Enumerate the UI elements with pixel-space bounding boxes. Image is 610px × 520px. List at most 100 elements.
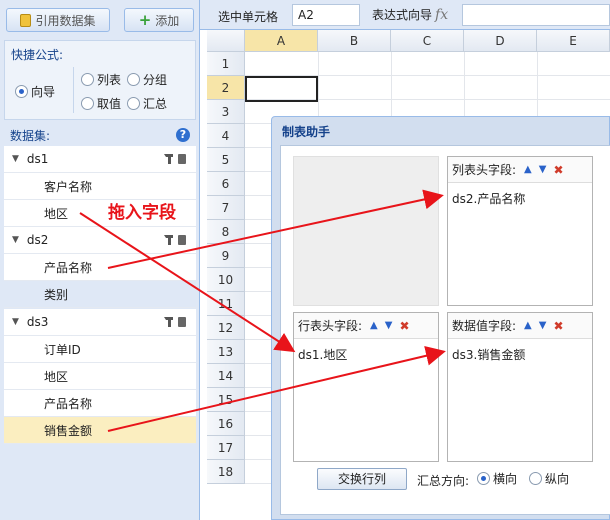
divider	[73, 67, 74, 113]
row-header[interactable]: 15	[207, 388, 245, 412]
radio-horizontal-dot[interactable]	[477, 472, 490, 485]
radio-list-label: 列表	[97, 73, 122, 87]
expand-triangle-icon[interactable]: ▼	[12, 154, 19, 164]
dialog-title: 制表助手	[282, 125, 331, 139]
tree-field[interactable]: 订单ID	[4, 336, 196, 363]
cite-dataset-button[interactable]: 引用数据集	[6, 8, 110, 32]
arrow-down-icon[interactable]: ▼	[539, 320, 547, 331]
drag-field-annotation: 拖入字段	[108, 203, 176, 223]
arrow-down-icon[interactable]: ▼	[539, 164, 547, 175]
radio-vertical-dot[interactable]	[529, 472, 542, 485]
arrow-down-icon[interactable]: ▼	[385, 320, 393, 331]
summary-direction-label: 汇总方向:	[417, 474, 470, 488]
zone-label: 行表头字段:	[298, 319, 363, 333]
tree-field[interactable]: 客户名称	[4, 173, 196, 200]
row-header-zone[interactable]: 行表头字段: ▲ ▼ ✖ ds1.地区	[293, 312, 439, 462]
fx-icon[interactable]: fx	[435, 7, 448, 23]
row-header[interactable]: 5	[207, 148, 245, 172]
radio-group-dot[interactable]	[127, 73, 140, 86]
add-label: 添加	[155, 13, 180, 28]
help-icon[interactable]: ?	[176, 128, 190, 142]
field-name: 地区	[44, 206, 69, 221]
expression-input[interactable]	[462, 4, 610, 26]
arrow-up-icon[interactable]: ▲	[370, 320, 378, 331]
field-name: 销售金额	[44, 423, 93, 438]
tree-group-ds2[interactable]: ▼ ds2	[4, 227, 196, 254]
wrench-icon[interactable]	[164, 235, 173, 245]
radio-group-label: 分组	[143, 73, 168, 87]
row-header[interactable]: 2	[207, 76, 245, 100]
radio-list-dot[interactable]	[81, 73, 94, 86]
radio-vertical[interactable]: 纵向	[529, 470, 569, 487]
arrow-up-icon[interactable]: ▲	[524, 164, 532, 175]
expr-wizard-button[interactable]: 表达式向导 fx	[372, 6, 448, 23]
left-panel: 引用数据集 + 添加 快捷公式: 向导 列表 分组 取值 汇总 数据集: ? ▼…	[0, 0, 200, 520]
zone-item[interactable]: ds2.产品名称	[448, 183, 592, 207]
zone-label: 数据值字段:	[452, 319, 517, 333]
trash-icon[interactable]	[178, 317, 186, 327]
dialog-body: 列表头字段: ▲ ▼ ✖ ds2.产品名称 行表头字段: ▲ ▼ ✖ ds1.地…	[280, 145, 610, 515]
formula-bar: 选中单元格 A2 表达式向导 fx	[200, 0, 610, 30]
expand-triangle-icon[interactable]: ▼	[12, 317, 19, 327]
row-header[interactable]: 4	[207, 124, 245, 148]
row-header[interactable]: 12	[207, 316, 245, 340]
trash-icon[interactable]	[178, 235, 186, 245]
radio-wizard-dot[interactable]	[15, 85, 28, 98]
selected-cell-input[interactable]: A2	[292, 4, 360, 26]
row-header[interactable]: 16	[207, 412, 245, 436]
column-header-b[interactable]: B	[318, 30, 391, 52]
tree-field-highlighted[interactable]: 销售金额	[4, 417, 196, 444]
column-header-d[interactable]: D	[464, 30, 537, 52]
tree-field-selected[interactable]: 类别	[4, 281, 196, 308]
plus-icon: +	[138, 11, 152, 29]
column-header-a[interactable]: A	[245, 30, 318, 52]
row-header[interactable]: 9	[207, 244, 245, 268]
row-header[interactable]: 6	[207, 172, 245, 196]
radio-wizard[interactable]: 向导	[15, 83, 55, 100]
radio-summary[interactable]: 汇总	[127, 95, 167, 112]
tree-group-ds3[interactable]: ▼ ds3	[4, 309, 196, 336]
trash-icon[interactable]	[178, 154, 186, 164]
tree-field[interactable]: 产品名称	[4, 390, 196, 417]
group-name: ds2	[26, 233, 49, 247]
row-header[interactable]: 10	[207, 268, 245, 292]
swap-rows-columns-button[interactable]: 交换行列	[317, 468, 407, 490]
delete-icon[interactable]: ✖	[553, 163, 563, 177]
row-header[interactable]: 3	[207, 100, 245, 124]
wrench-icon[interactable]	[164, 317, 173, 327]
delete-icon[interactable]: ✖	[553, 319, 563, 333]
value-zone[interactable]: 数据值字段: ▲ ▼ ✖ ds3.销售金额	[447, 312, 593, 462]
zone-item[interactable]: ds1.地区	[294, 339, 438, 363]
row-header[interactable]: 14	[207, 364, 245, 388]
column-header-e[interactable]: E	[537, 30, 610, 52]
row-header[interactable]: 7	[207, 196, 245, 220]
add-button[interactable]: + 添加	[124, 8, 194, 32]
delete-icon[interactable]: ✖	[399, 319, 409, 333]
row-header[interactable]: 17	[207, 436, 245, 460]
arrow-up-icon[interactable]: ▲	[524, 320, 532, 331]
radio-value[interactable]: 取值	[81, 95, 121, 112]
zone-item[interactable]: ds3.销售金额	[448, 339, 592, 363]
radio-horizontal[interactable]: 横向	[477, 470, 517, 487]
field-name: 地区	[44, 369, 69, 384]
row-header[interactable]: 8	[207, 220, 245, 244]
row-header[interactable]: 1	[207, 52, 245, 76]
tree-field[interactable]: 地区	[4, 363, 196, 390]
radio-list[interactable]: 列表	[81, 71, 121, 88]
wrench-icon[interactable]	[164, 154, 173, 164]
tree-group-ds1[interactable]: ▼ ds1	[4, 146, 196, 173]
radio-summary-dot[interactable]	[127, 97, 140, 110]
selected-cell-a2[interactable]	[245, 76, 318, 102]
row-header[interactable]: 13	[207, 340, 245, 364]
field-name: 产品名称	[44, 396, 93, 411]
row-header[interactable]: 11	[207, 292, 245, 316]
tree-field[interactable]: 产品名称	[4, 254, 196, 281]
expand-triangle-icon[interactable]: ▼	[12, 235, 19, 245]
row-header[interactable]: 18	[207, 460, 245, 484]
radio-group[interactable]: 分组	[127, 71, 167, 88]
radio-value-dot[interactable]	[81, 97, 94, 110]
column-header-c[interactable]: C	[391, 30, 464, 52]
column-header-zone[interactable]: 列表头字段: ▲ ▼ ✖ ds2.产品名称	[447, 156, 593, 306]
field-name: 订单ID	[44, 342, 81, 357]
expr-wizard-label: 表达式向导	[372, 8, 433, 22]
